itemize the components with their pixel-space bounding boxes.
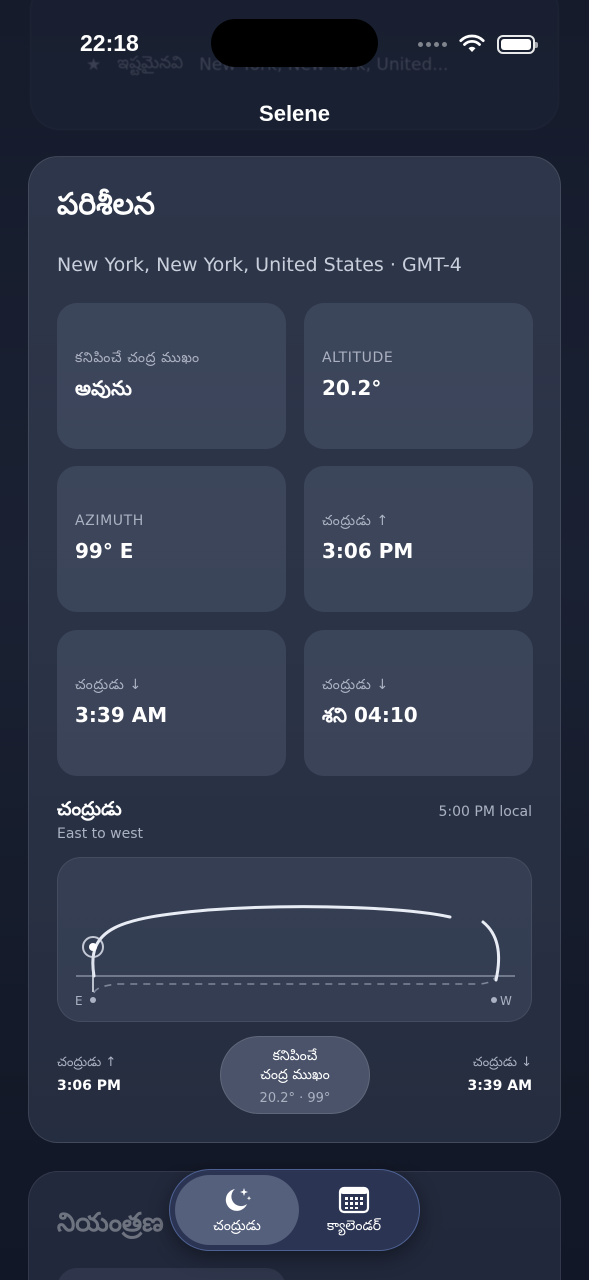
tile-azimuth: AZIMUTH 99° E <box>57 466 286 612</box>
tile-value: అవును <box>75 376 132 400</box>
tile-label: కనిపించే చంద్ర ముఖం <box>75 350 200 366</box>
location-label: New York, New York, United States · GMT-… <box>57 254 462 276</box>
battery-icon <box>497 34 538 54</box>
tile-moonrise: చంద్రుడు ↑ 3:06 PM <box>304 466 533 612</box>
moon-path-subtitle: East to west <box>57 826 144 842</box>
tab-moon[interactable]: చంద్రుడు <box>175 1175 299 1245</box>
moon-stars-icon <box>225 1188 252 1211</box>
moonrise-summary: చంద్రుడు ↑ 3:06 PM <box>57 1055 121 1094</box>
tile-altitude: ALTITUDE 20.2° <box>304 303 533 449</box>
tab-moon-label: చంద్రుడు <box>213 1218 261 1234</box>
tile-value: 20.2° <box>322 376 382 400</box>
moon-path-svg: E W <box>75 905 515 1008</box>
cellular-signal-icon <box>418 41 447 47</box>
visible-face-pill[interactable]: కనిపించే చంద్ర ముఖం 20.2° · 99° <box>220 1036 370 1114</box>
moonset-time: 3:39 AM <box>467 1078 532 1094</box>
moon-position-dot <box>89 943 97 951</box>
tile-label: చంద్రుడు ↑ <box>322 513 389 529</box>
tab-bar: చంద్రుడు క్యాలెండర్ <box>169 1169 420 1251</box>
calendar-icon <box>338 1186 370 1214</box>
moon-arc-path <box>91 905 452 978</box>
tile-value: 3:06 PM <box>322 539 414 563</box>
wifi-icon <box>459 34 485 52</box>
tab-calendar-label: క్యాలెండర్ <box>326 1218 382 1234</box>
app-title: Selene <box>259 101 330 126</box>
tile-next-moonset: చంద్రుడు ↓ శని 04:10 <box>304 630 533 776</box>
local-time-label: 5:00 PM local <box>438 804 532 820</box>
west-dot <box>491 997 497 1003</box>
observation-card: పరిశీలన New York, New York, United State… <box>28 156 561 1143</box>
observation-title: పరిశీలన <box>57 187 155 222</box>
moonset-summary: చంద్రుడు ↓ 3:39 AM <box>468 1055 532 1094</box>
pill-line-2: చంద్ర ముఖం <box>260 1067 330 1083</box>
tile-label: చంద్రుడు ↓ <box>322 677 389 693</box>
tile-label: AZIMUTH <box>75 513 144 529</box>
star-icon: ★ <box>86 55 102 75</box>
tab-calendar[interactable]: క్యాలెండర్ <box>292 1175 416 1245</box>
tile-moonset: చంద్రుడు ↓ 3:39 AM <box>57 630 286 776</box>
below-horizon-path <box>93 969 499 994</box>
status-icons <box>418 34 538 54</box>
status-time: 22:18 <box>80 30 139 56</box>
moonrise-label: చంద్రుడు ↑ <box>57 1055 117 1070</box>
east-dot <box>90 997 96 1003</box>
moon-arc-tail <box>481 920 501 982</box>
dynamic-island <box>211 19 378 67</box>
tile-value: 99° E <box>75 539 134 563</box>
tile-value: 3:39 AM <box>75 703 168 727</box>
moonset-label: చంద్రుడు ↓ <box>472 1055 532 1070</box>
west-label: W <box>500 994 512 1008</box>
tile-label: ALTITUDE <box>322 350 394 366</box>
tile-label: చంద్రుడు ↓ <box>75 677 142 693</box>
moonrise-time: 3:06 PM <box>57 1078 121 1094</box>
pill-position-value: 20.2° · 99° <box>259 1091 331 1106</box>
moon-path-chart: E W <box>57 857 532 1022</box>
pill-line-1: కనిపించే <box>272 1048 318 1064</box>
tile-visible-face: కనిపించే చంద్ర ముఖం అవును <box>57 303 286 449</box>
moon-path-title: చంద్రుడు <box>57 798 122 820</box>
controls-title: నియంత్రణ <box>57 1208 164 1238</box>
tile-value: శని 04:10 <box>322 703 418 727</box>
controls-tile-peek <box>57 1268 286 1280</box>
east-label: E <box>75 994 83 1008</box>
